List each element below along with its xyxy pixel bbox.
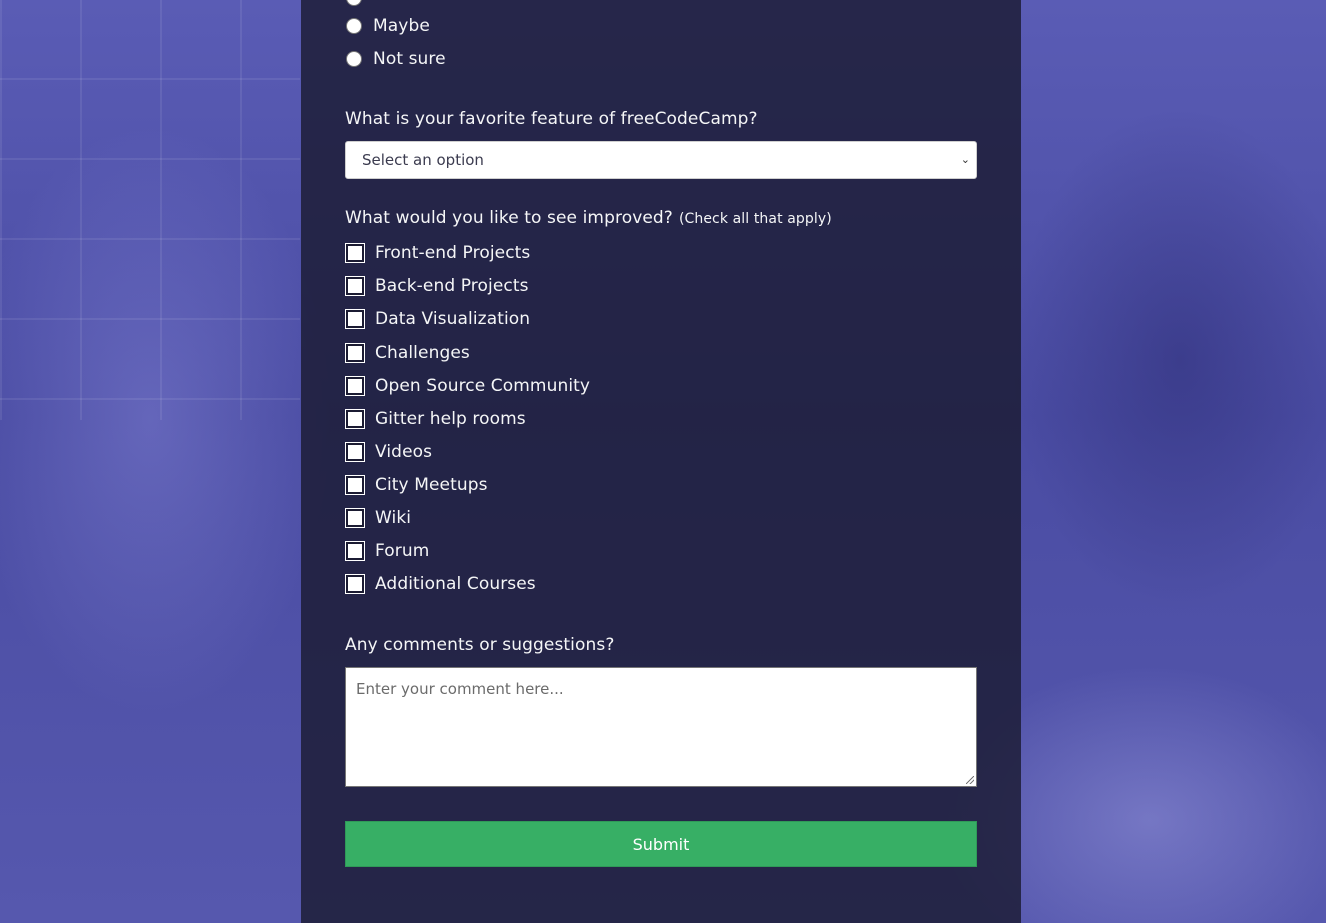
checkbox[interactable] bbox=[345, 508, 365, 528]
checkbox-open-source-community[interactable]: Open Source Community bbox=[345, 374, 590, 398]
checkbox-gitter-help-rooms[interactable]: Gitter help rooms bbox=[345, 407, 526, 431]
checkbox[interactable] bbox=[345, 343, 365, 363]
checkbox-front-end-projects[interactable]: Front-end Projects bbox=[345, 241, 530, 265]
survey-form-container: Maybe Not sure What is your favorite fea… bbox=[301, 0, 1021, 923]
checkbox-label: Challenges bbox=[375, 343, 470, 363]
checkbox-label: Additional Courses bbox=[375, 574, 536, 594]
radio-button[interactable] bbox=[346, 51, 362, 67]
radio-option-not-sure[interactable]: Not sure bbox=[345, 47, 446, 71]
checkbox-label: Open Source Community bbox=[375, 376, 591, 396]
submit-button[interactable]: Submit bbox=[345, 821, 977, 867]
dropdown-selected-value: Select an option bbox=[362, 151, 484, 169]
checkbox-label: Gitter help rooms bbox=[375, 409, 526, 429]
radio-option-cutoff[interactable] bbox=[345, 0, 362, 10]
improvements-label: What would you like to see improved? bbox=[345, 208, 673, 228]
improvements-hint: (Check all that apply) bbox=[678, 211, 832, 227]
checkbox[interactable] bbox=[345, 376, 365, 396]
radio-option-maybe[interactable]: Maybe bbox=[345, 14, 430, 38]
comments-label: Any comments or suggestions? bbox=[345, 635, 615, 655]
checkbox-forum[interactable]: Forum bbox=[345, 539, 429, 563]
checkbox-videos[interactable]: Videos bbox=[345, 440, 432, 464]
checkbox[interactable] bbox=[345, 541, 365, 561]
checkbox[interactable] bbox=[345, 243, 365, 263]
checkbox-label: Front-end Projects bbox=[375, 243, 531, 263]
radio-button[interactable] bbox=[346, 0, 362, 6]
checkbox-city-meetups[interactable]: City Meetups bbox=[345, 473, 488, 497]
comments-placeholder: Enter your comment here... bbox=[356, 680, 564, 698]
checkbox-label: Videos bbox=[375, 442, 433, 462]
radio-label: Maybe bbox=[373, 16, 430, 36]
checkbox-challenges[interactable]: Challenges bbox=[345, 341, 470, 365]
checkbox-back-end-projects[interactable]: Back-end Projects bbox=[345, 274, 529, 298]
checkbox-wiki[interactable]: Wiki bbox=[345, 506, 411, 530]
checkbox[interactable] bbox=[345, 276, 365, 296]
checkbox-label: Forum bbox=[375, 541, 430, 561]
checkbox-label: Wiki bbox=[375, 508, 412, 528]
checkbox-label: City Meetups bbox=[375, 475, 488, 495]
background-window-grid bbox=[0, 0, 300, 420]
checkbox[interactable] bbox=[345, 309, 365, 329]
chevron-down-icon: ⌄ bbox=[960, 153, 970, 166]
favorite-feature-dropdown[interactable]: Select an option ⌄ bbox=[345, 141, 977, 179]
checkbox-data-visualization[interactable]: Data Visualization bbox=[345, 307, 530, 331]
checkbox[interactable] bbox=[345, 574, 365, 594]
checkbox-additional-courses[interactable]: Additional Courses bbox=[345, 572, 536, 596]
radio-label: Not sure bbox=[373, 49, 446, 69]
resize-handle-icon[interactable] bbox=[966, 776, 974, 784]
favorite-feature-label: What is your favorite feature of freeCod… bbox=[345, 109, 758, 129]
checkbox-label: Back-end Projects bbox=[375, 276, 529, 296]
checkbox[interactable] bbox=[345, 409, 365, 429]
checkbox[interactable] bbox=[345, 442, 365, 462]
comments-textarea[interactable]: Enter your comment here... bbox=[345, 667, 977, 787]
radio-button[interactable] bbox=[346, 18, 362, 34]
checkbox-label: Data Visualization bbox=[375, 309, 531, 329]
improvements-question: What would you like to see improved? (Che… bbox=[345, 208, 832, 228]
checkbox[interactable] bbox=[345, 475, 365, 495]
